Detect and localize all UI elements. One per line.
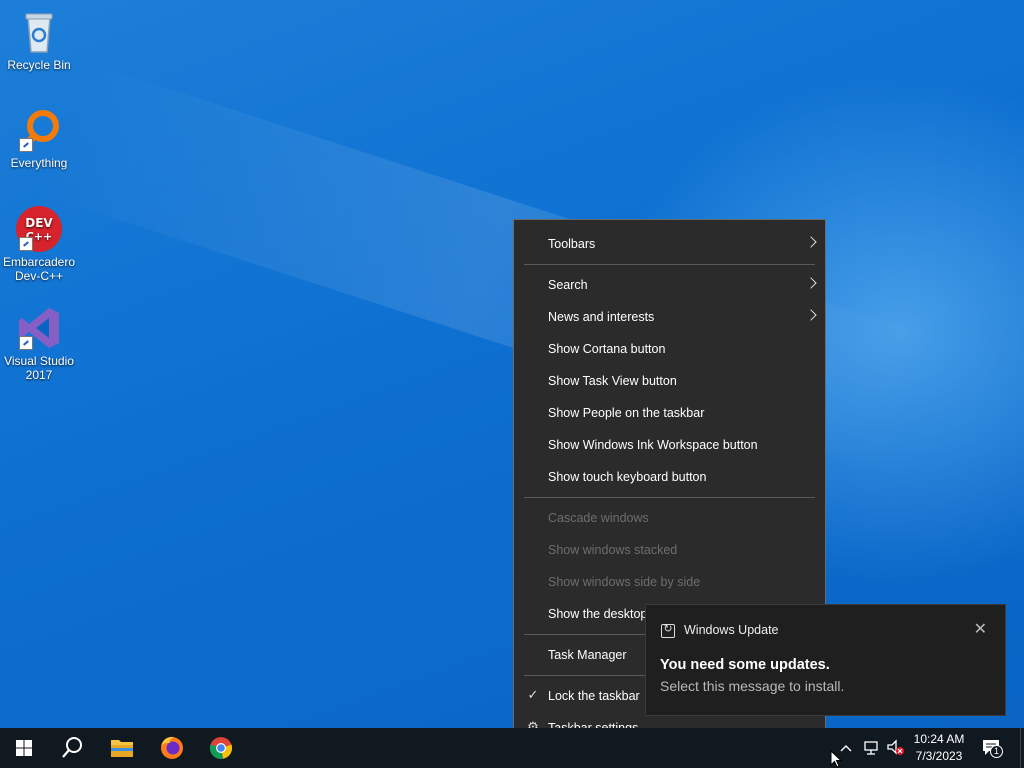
action-center-button[interactable]: 1 <box>981 738 1003 758</box>
shortcut-arrow-icon <box>19 138 33 152</box>
shortcut-arrow-icon <box>19 336 33 350</box>
menu-item-label: News and interests <box>548 310 655 324</box>
folder-icon <box>111 740 133 757</box>
menu-item-show-windows-stacked: Show windows stacked <box>514 535 825 565</box>
menu-item-show-task-view[interactable]: Show Task View button <box>514 366 825 396</box>
menu-item-search[interactable]: Search <box>514 270 825 300</box>
menu-item-label: Search <box>548 278 588 292</box>
menu-separator <box>524 497 815 498</box>
menu-item-label: Show the desktop <box>548 607 648 621</box>
menu-item-news-and-interests[interactable]: News and interests <box>514 302 825 332</box>
menu-item-label: Task Manager <box>548 648 627 662</box>
chevron-right-icon <box>805 309 817 321</box>
menu-item-show-windows-side-by-side: Show windows side by side <box>514 567 825 597</box>
search-button[interactable] <box>48 728 96 768</box>
firefox-icon <box>161 736 183 759</box>
desktop-icon-devcpp[interactable]: DEV C++ Embarcadero Dev-C++ <box>2 205 76 283</box>
menu-item-show-people[interactable]: Show People on the taskbar <box>514 398 825 428</box>
desktop-icon-label: Everything <box>10 156 68 170</box>
menu-item-label: Show touch keyboard button <box>548 470 707 484</box>
notification-count-badge: 1 <box>990 745 1003 758</box>
desktop-icon-label: Visual Studio 2017 <box>4 354 74 382</box>
menu-item-label: Show Task View button <box>548 374 677 388</box>
checkmark-icon: ✓ <box>527 687 539 702</box>
menu-separator <box>524 264 815 265</box>
firefox-button[interactable] <box>148 728 196 768</box>
menu-item-label: Show People on the taskbar <box>548 406 705 420</box>
search-icon <box>62 737 82 758</box>
chevron-right-icon <box>805 236 817 248</box>
menu-item-show-ink-workspace[interactable]: Show Windows Ink Workspace button <box>514 430 825 460</box>
toast-headline: You need some updates. <box>660 657 830 673</box>
mouse-cursor-icon <box>830 750 842 768</box>
desktop-icon-recycle-bin[interactable]: Recycle Bin <box>2 8 76 72</box>
devcpp-icon: DEV C++ <box>15 205 63 253</box>
start-button[interactable] <box>0 728 48 768</box>
visual-studio-icon <box>15 304 63 352</box>
menu-item-label: Toolbars <box>548 237 596 251</box>
toast-app-name: Windows Update <box>684 623 779 637</box>
menu-item-label: Show windows stacked <box>548 543 678 557</box>
menu-item-label: Show Cortana button <box>548 342 666 356</box>
menu-item-show-cortana[interactable]: Show Cortana button <box>514 334 825 364</box>
taskbar[interactable]: 10:24 AM 7/3/2023 1 <box>0 728 1024 768</box>
chevron-right-icon <box>805 277 817 289</box>
desktop-icon-visual-studio[interactable]: Visual Studio 2017 <box>2 304 76 382</box>
toast-body: Select this message to install. <box>660 678 845 694</box>
windows-update-icon <box>661 622 675 638</box>
desktop-icon-label: Recycle Bin <box>7 58 71 72</box>
menu-item-toolbars[interactable]: Toolbars <box>514 229 825 259</box>
chrome-button[interactable] <box>197 728 245 768</box>
svg-text:DEV: DEV <box>25 216 53 230</box>
menu-item-label: Lock the taskbar <box>548 689 640 703</box>
chrome-icon <box>209 737 233 759</box>
desktop-icon-everything[interactable]: Everything <box>2 106 76 170</box>
windows-logo-icon <box>16 740 32 756</box>
menu-item-label: Show Windows Ink Workspace button <box>548 438 758 452</box>
clock-date[interactable]: 7/3/2023 <box>906 749 972 763</box>
menu-item-show-touch-keyboard[interactable]: Show touch keyboard button <box>514 462 825 492</box>
network-icon[interactable] <box>862 739 880 757</box>
menu-item-label: Cascade windows <box>548 511 649 525</box>
volume-muted-icon[interactable] <box>886 739 906 757</box>
recycle-bin-icon <box>15 8 63 56</box>
shortcut-arrow-icon <box>19 237 33 251</box>
menu-item-label: Show windows side by side <box>548 575 701 589</box>
menu-item-cascade-windows: Cascade windows <box>514 503 825 533</box>
file-explorer-button[interactable] <box>98 728 146 768</box>
magnifier-icon <box>15 106 63 154</box>
show-desktop-button[interactable] <box>1020 728 1024 768</box>
desktop-icon-label: Embarcadero Dev-C++ <box>2 255 76 283</box>
windows-update-toast[interactable]: Windows Update ✕ You need some updates. … <box>645 604 1006 716</box>
close-icon[interactable]: ✕ <box>974 619 987 639</box>
clock-time[interactable]: 10:24 AM <box>906 732 972 746</box>
